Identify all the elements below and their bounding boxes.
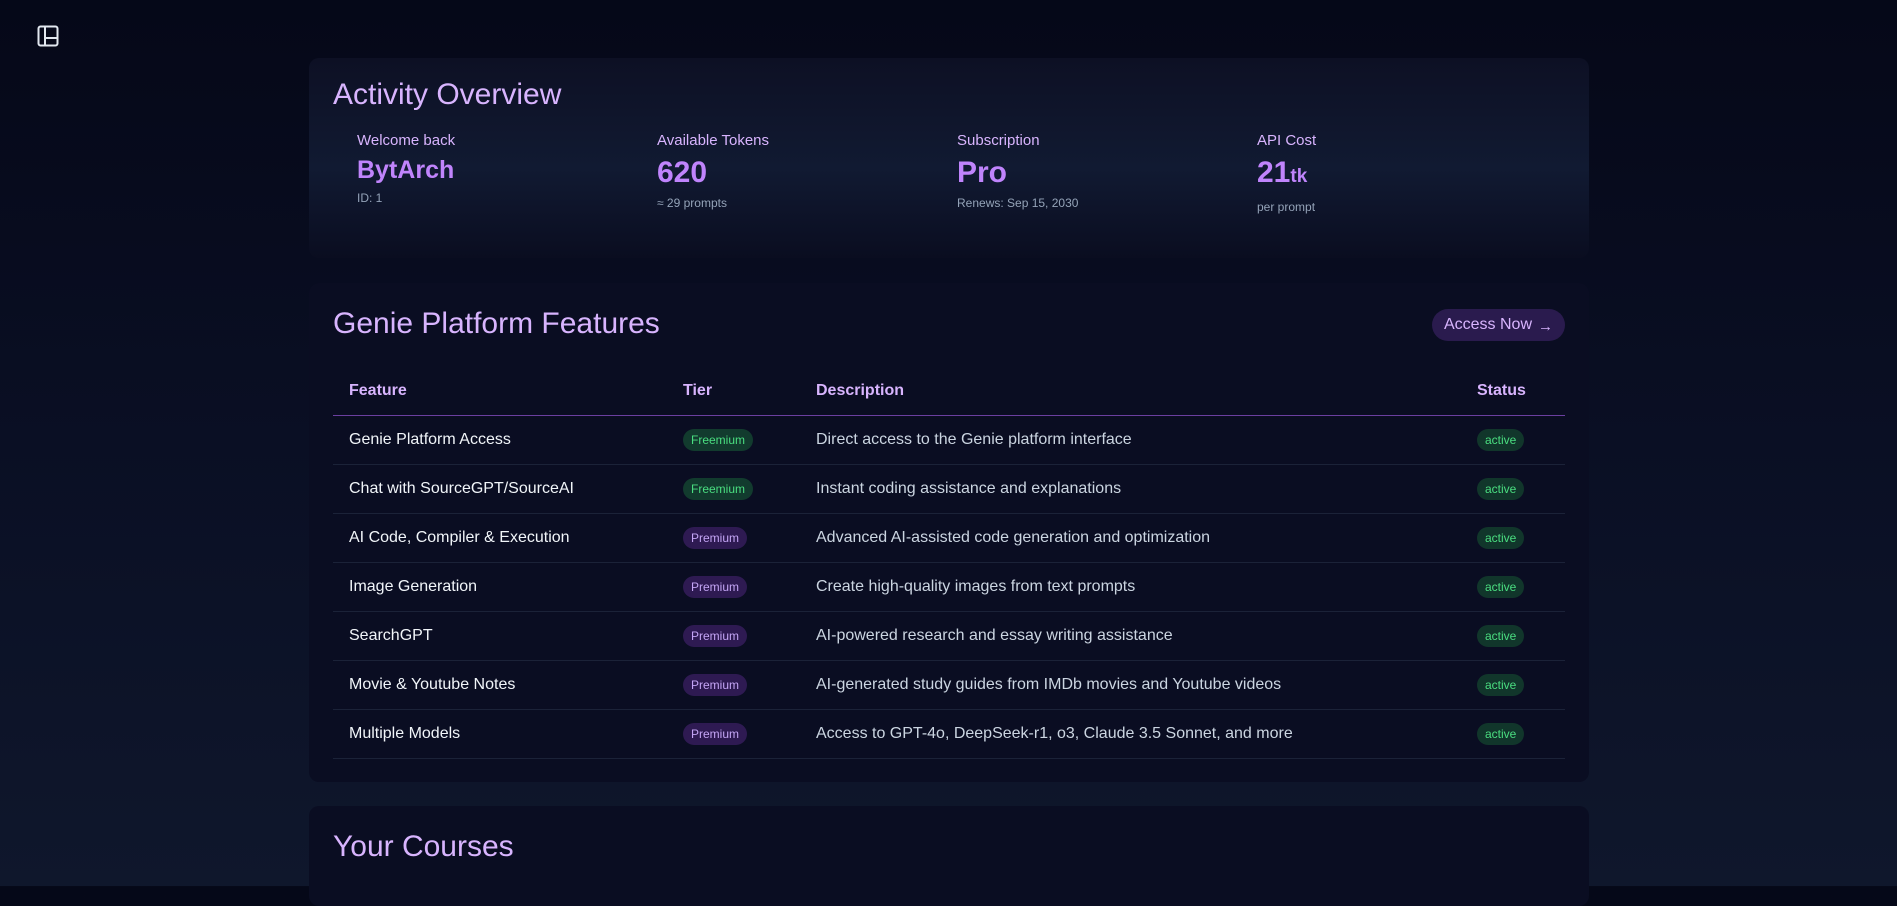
feature-name: Multiple Models: [349, 725, 461, 742]
feature-description: Direct access to the Genie platform inte…: [816, 431, 1132, 448]
feature-description: AI-powered research and essay writing as…: [816, 627, 1173, 644]
api-cost-label: API Cost: [1257, 132, 1317, 149]
features-card: Genie Platform Features Access Now → Fea…: [309, 283, 1589, 782]
table-row[interactable]: Image Generation Premium Create high-quali…: [333, 563, 1565, 612]
activity-overview-card: Activity Overview Welcome back BytArch I…: [309, 58, 1589, 258]
access-now-button[interactable]: Access Now →: [1431, 309, 1565, 341]
stats-row: Welcome back BytArch ID: 1 Available Tok…: [357, 132, 1557, 222]
tokens-sub: ≈ 29 prompts: [657, 196, 727, 210]
table-row[interactable]: Movie & Youtube Notes Premium AI-generated…: [333, 661, 1565, 710]
courses-card: Your Courses: [309, 806, 1589, 906]
status-badge: active: [1477, 674, 1525, 696]
tier-cell: Freemium: [683, 416, 754, 464]
subscription-value: Pro: [957, 156, 1008, 189]
column-header-tier[interactable]: Tier: [683, 367, 712, 415]
column-header-status[interactable]: Status: [1477, 367, 1526, 415]
sidebar-toggle-button[interactable]: [36, 24, 60, 48]
api-cost-value-wrap: 21tk: [1257, 156, 1517, 194]
courses-title: Your Courses: [333, 830, 514, 863]
tokens-label: Available Tokens: [657, 132, 770, 149]
tier-badge: Premium: [683, 674, 748, 696]
tier-cell: Freemium: [683, 465, 754, 513]
status-badge: active: [1477, 429, 1525, 451]
status-cell: active: [1477, 465, 1525, 513]
welcome-label: Welcome back: [357, 132, 456, 149]
feature-name: Chat with SourceGPT/SourceAI: [349, 480, 574, 497]
feature-name: SearchGPT: [349, 627, 433, 644]
stat-subscription: Subscription Pro Renews: Sep 15, 2030: [957, 132, 1217, 210]
status-cell: active: [1477, 710, 1525, 758]
feature-name: Image Generation: [349, 578, 478, 595]
tier-badge: Premium: [683, 527, 748, 549]
table-body: Genie Platform Access Freemium Direct acce…: [333, 416, 1565, 759]
feature-name: Genie Platform Access: [349, 431, 511, 448]
api-cost-sub: per prompt: [1257, 200, 1316, 214]
activity-overview-title: Activity Overview: [333, 78, 562, 111]
feature-description: AI-generated study guides from IMDb movi…: [816, 676, 1282, 693]
tier-badge: Premium: [683, 625, 748, 647]
status-cell: active: [1477, 416, 1525, 464]
status-badge: active: [1477, 723, 1525, 745]
status-cell: active: [1477, 612, 1525, 660]
column-header-description[interactable]: Description: [816, 367, 904, 415]
tier-cell: Premium: [683, 661, 748, 709]
subscription-label: Subscription: [957, 132, 1040, 149]
status-cell: active: [1477, 514, 1525, 562]
status-cell: active: [1477, 661, 1525, 709]
feature-description: Create high-quality images from text pro…: [816, 578, 1136, 595]
feature-description: Access to GPT-4o, DeepSeek-r1, o3, Claud…: [816, 725, 1293, 742]
table-row[interactable]: Genie Platform Access Freemium Direct acce…: [333, 416, 1565, 465]
tokens-value: 620: [657, 156, 708, 189]
tier-badge: Freemium: [683, 429, 754, 451]
api-cost-value: 21: [1257, 156, 1291, 189]
username: BytArch: [357, 156, 455, 184]
tier-cell: Premium: [683, 612, 748, 660]
status-badge: active: [1477, 576, 1525, 598]
subscription-renewal: Renews: Sep 15, 2030: [957, 196, 1079, 210]
status-cell: active: [1477, 563, 1525, 611]
table-row[interactable]: AI Code, Compiler & Execution Premium Adva…: [333, 514, 1565, 563]
arrow-right-icon: →: [1538, 317, 1553, 335]
feature-name: AI Code, Compiler & Execution: [349, 529, 570, 546]
status-badge: active: [1477, 625, 1525, 647]
feature-name: Movie & Youtube Notes: [349, 676, 516, 693]
status-badge: active: [1477, 527, 1525, 549]
stat-tokens: Available Tokens 620 ≈ 29 prompts: [657, 132, 917, 210]
tier-badge: Premium: [683, 576, 748, 598]
user-id: ID: 1: [357, 191, 383, 205]
tier-cell: Premium: [683, 514, 748, 562]
sidebar-toggle-icon: [37, 25, 59, 47]
stat-api-cost: API Cost 21tk per prompt: [1257, 132, 1517, 214]
features-title: Genie Platform Features: [333, 307, 660, 340]
tier-cell: Premium: [683, 710, 748, 758]
table-header: Feature Tier Description Status: [333, 367, 1565, 416]
access-now-label: Access Now: [1443, 316, 1532, 333]
table-row[interactable]: SearchGPT Premium AI-powered research and …: [333, 612, 1565, 661]
status-badge: active: [1477, 478, 1525, 500]
features-table: Feature Tier Description Status Genie Pl…: [333, 367, 1565, 759]
tier-badge: Freemium: [683, 478, 754, 500]
feature-description: Advanced AI-assisted code generation and…: [816, 529, 1211, 546]
column-header-feature[interactable]: Feature: [349, 367, 407, 415]
stat-welcome: Welcome back BytArch ID: 1: [357, 132, 617, 205]
table-row[interactable]: Multiple Models Premium Access to GPT-4o, …: [333, 710, 1565, 759]
table-row[interactable]: Chat with SourceGPT/SourceAI Freemium Inst…: [333, 465, 1565, 514]
tier-badge: Premium: [683, 723, 748, 745]
feature-description: Instant coding assistance and explanatio…: [816, 480, 1122, 497]
api-cost-unit: tk: [1290, 166, 1308, 187]
tier-cell: Premium: [683, 563, 748, 611]
